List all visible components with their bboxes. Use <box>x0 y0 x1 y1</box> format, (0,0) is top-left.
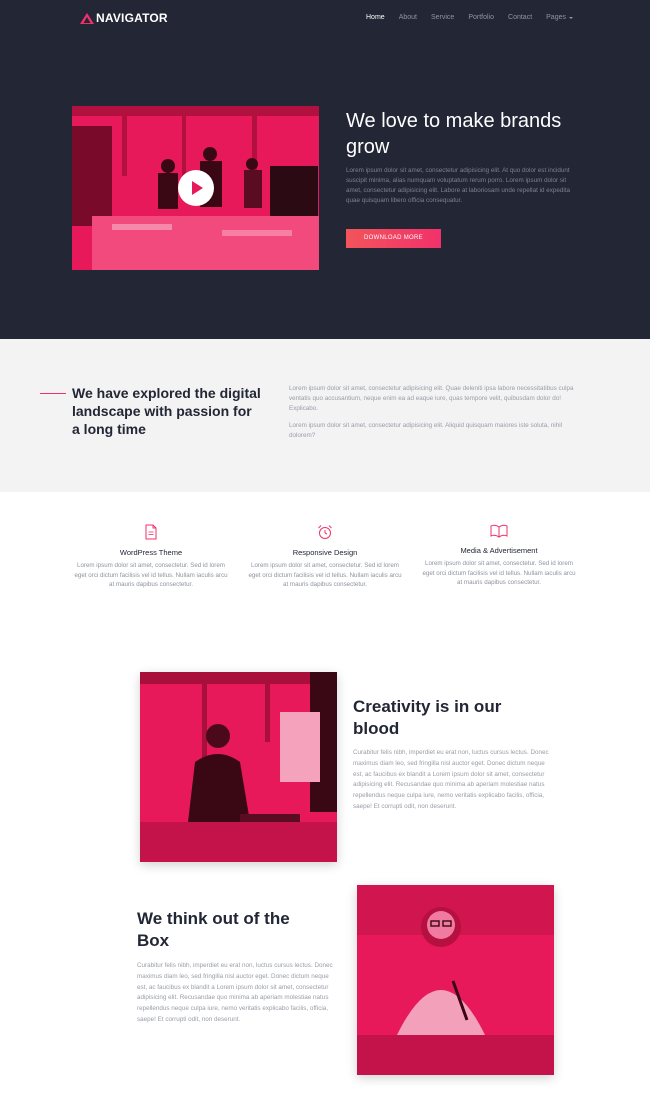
download-more-button[interactable]: DOWNLOAD MORE <box>346 229 441 248</box>
nav-item-contact[interactable]: Contact <box>508 14 532 21</box>
block-title: Creativity is in our blood <box>353 697 502 738</box>
nav-item-home[interactable]: Home <box>366 14 385 21</box>
open-book-icon <box>490 524 508 538</box>
explore-section: We have explored the digital landscape w… <box>0 339 650 492</box>
accent-line <box>40 393 66 394</box>
explore-paragraph: Lorem ipsum dolor sit amet, consectetur … <box>289 422 562 439</box>
nav-item-service[interactable]: Service <box>431 14 454 21</box>
woman-photo-art <box>357 885 554 1075</box>
feature-card: Media & Advertisement Lorem ipsum dolor … <box>420 524 578 588</box>
block-text: Curabitur felis nibh, imperdiet eu erat … <box>353 749 549 810</box>
designer-photo <box>140 672 337 862</box>
designer-photo-art <box>140 672 337 862</box>
feature-text: Lorem ipsum dolor sit amet, consectetur.… <box>74 562 228 589</box>
explore-title: We have explored the digital landscape w… <box>72 385 261 437</box>
nav-item-portfolio[interactable]: Portfolio <box>468 14 494 21</box>
brand-name: NAVIGATOR <box>96 11 168 25</box>
main-nav: Home About Service Portfolio Contact Pag… <box>366 14 587 21</box>
nav-item-pages[interactable]: Pages <box>546 14 573 21</box>
feature-title: Media & Advertisement <box>460 546 538 555</box>
feature-title: Responsive Design <box>292 548 358 557</box>
feature-title: WordPress Theme <box>119 548 183 557</box>
triangle-logo-icon <box>80 12 94 24</box>
feature-text: Lorem ipsum dolor sit amet, consectetur.… <box>422 560 576 587</box>
play-icon <box>192 181 203 195</box>
woman-photo <box>357 885 554 1075</box>
brand-logo[interactable]: NAVIGATOR <box>80 11 168 25</box>
feature-text: Lorem ipsum dolor sit amet, consectetur.… <box>248 562 402 589</box>
hero-section: NAVIGATOR Home About Service Portfolio C… <box>0 0 650 339</box>
nav-item-about[interactable]: About <box>399 14 417 21</box>
play-button[interactable] <box>178 170 214 206</box>
hero-description: Lorem ipsum dolor sit amet, consectetur … <box>346 167 571 204</box>
feature-card: WordPress Theme Lorem ipsum dolor sit am… <box>72 524 230 590</box>
feature-card: Responsive Design Lorem ipsum dolor sit … <box>246 524 404 590</box>
hero-video-thumbnail[interactable] <box>72 106 319 270</box>
page: NAVIGATOR Home About Service Portfolio C… <box>0 0 650 1106</box>
explore-paragraph: Lorem ipsum dolor sit amet, consectetur … <box>289 385 574 412</box>
nav-item-pages-label: Pages <box>546 14 566 21</box>
hero-title: We love to make brands grow <box>346 110 562 158</box>
block-title: We think out of the Box <box>137 909 290 950</box>
caret-down-icon <box>569 16 573 19</box>
block-text: Curabitur felis nibh, imperdiet eu erat … <box>137 962 333 1023</box>
alarm-clock-icon <box>318 525 332 539</box>
document-icon <box>145 524 157 540</box>
